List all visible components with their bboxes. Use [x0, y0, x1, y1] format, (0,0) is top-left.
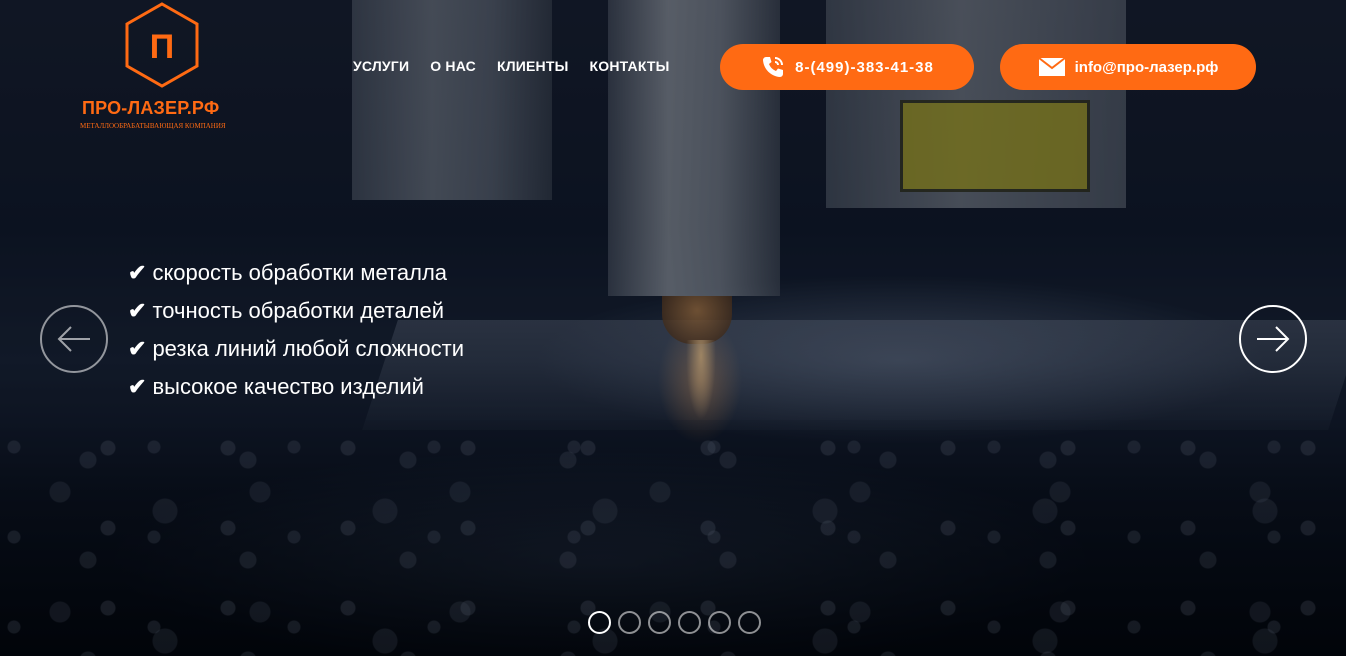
slider-pagination [588, 611, 761, 634]
feature-text: точность обработки деталей [152, 298, 445, 323]
slider-next-button[interactable] [1239, 305, 1307, 373]
logo-name: ПРО-ЛАЗЕР.РФ [82, 98, 220, 118]
slider-dot[interactable] [678, 611, 701, 634]
slider-dot[interactable] [618, 611, 641, 634]
nav-item-clients[interactable]: КЛИЕНТЫ [497, 58, 569, 74]
nav-item-about[interactable]: О НАС [430, 58, 476, 74]
checkmark-icon: ✔ [128, 298, 147, 323]
checkmark-icon: ✔ [128, 336, 147, 361]
slider-dot[interactable] [708, 611, 731, 634]
logo-letter: П [150, 28, 174, 66]
phone-icon [760, 54, 786, 80]
logo-tagline: МЕТАЛЛООБРАБАТЫВАЮЩАЯ КОМПАНИЯ [80, 122, 226, 130]
slider-dot[interactable] [738, 611, 761, 634]
nav-item-services[interactable]: УСЛУГИ [353, 58, 409, 74]
feature-text: высокое качество изделий [152, 374, 424, 399]
slider-prev-button[interactable] [40, 305, 108, 373]
checkmark-icon: ✔ [128, 260, 147, 285]
logo-hexagon-icon: П [125, 2, 199, 88]
feature-item: ✔ высокое качество изделий [128, 368, 464, 406]
feature-text: резка линий любой сложности [152, 336, 465, 361]
email-button[interactable]: info@про-лазер.рф [1000, 44, 1256, 90]
feature-text: скорость обработки металла [152, 260, 448, 285]
nav-item-contacts[interactable]: КОНТАКТЫ [590, 58, 670, 74]
feature-list: ✔ скорость обработки металла ✔ точность … [128, 254, 464, 406]
feature-item: ✔ точность обработки деталей [128, 292, 464, 330]
slider-dot[interactable] [648, 611, 671, 634]
phone-number: 8-(499)-383-41-38 [795, 58, 934, 76]
arrow-right-icon [1257, 326, 1290, 352]
main-nav: УСЛУГИ О НАС КЛИЕНТЫ КОНТАКТЫ [353, 58, 670, 74]
site-logo[interactable]: П ПРО-ЛАЗЕР.РФ МЕТАЛЛООБРАБАТЫВАЮЩАЯ КОМ… [80, 2, 250, 137]
slider-dot[interactable] [588, 611, 611, 634]
checkmark-icon: ✔ [128, 374, 147, 399]
phone-button[interactable]: 8-(499)-383-41-38 [720, 44, 974, 90]
email-address: info@про-лазер.рф [1074, 58, 1219, 76]
feature-item: ✔ скорость обработки металла [128, 254, 464, 292]
feature-item: ✔ резка линий любой сложности [128, 330, 464, 368]
arrow-left-icon [57, 326, 90, 352]
envelope-icon [1037, 57, 1066, 77]
